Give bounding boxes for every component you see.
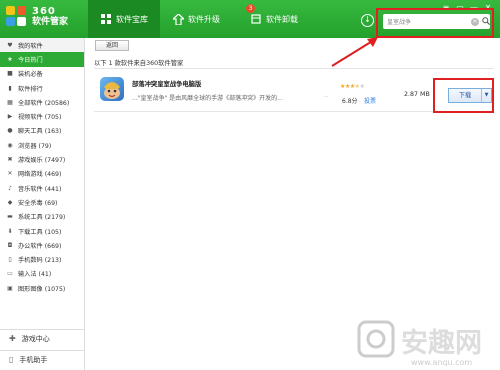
heart-icon: ♥ [7,41,13,49]
download-icon: ⬇ [7,227,13,235]
logo-title: 360 [32,6,56,17]
sidebar-item-label: 系统工具 (2179) [18,214,66,222]
download-highlight-box [433,78,494,113]
sidebar-item-browser[interactable]: ◉ 浏览器 (79) [0,138,84,152]
sidebar-item-graphics[interactable]: ▣ 图形图像 (1075) [0,281,84,295]
divider [94,68,494,69]
sidebar-item-label: 游戏娱乐 (7497) [18,157,66,165]
sidebar-item-label: 今日热门 [18,56,43,64]
gamepad-icon: ✚ [9,334,16,343]
sidebar-item-office[interactable]: ◘ 办公软件 (669) [0,238,84,252]
search-highlight-box [376,8,494,38]
mobile-assistant-button[interactable]: ▯ 手机助手 [0,350,85,368]
sidebar-item-mobile-digital[interactable]: ▯ 手机数码 (213) [0,252,84,266]
upgrade-icon [172,13,184,25]
sidebar-item-label: 手机数码 (213) [18,257,62,265]
more-icon[interactable]: ... [324,93,329,99]
grid-icon: ▦ [7,98,13,106]
sidebar-item-games[interactable]: ✖ 游戏娱乐 (7497) [0,152,84,166]
app-icon [100,77,124,101]
tab-label: 软件宝库 [116,14,148,24]
tab-label: 软件卸载 [266,14,298,24]
download-manager-icon[interactable]: ↓ [361,14,374,27]
category-sidebar: ♥ 我的软件 ★ 今日热门 ■ 装机必备 ▮ 软件排行 ▦ 全部软件 (20586) ▶ 视… [0,38,85,370]
sidebar-item-label: 聊天工具 (163) [18,128,62,136]
sidebar-item-online-games[interactable]: ✕ 网络游戏 (469) [0,167,84,181]
sidebar-item-label: 音乐软件 (441) [18,185,62,193]
tab-software-uninstall[interactable]: 软件卸载 [238,0,310,38]
file-size: 2.87 MB [404,91,430,98]
sidebar-item-label: 视频软件 (705) [18,114,62,122]
sword-icon: ✕ [7,170,13,178]
sidebar-item-download-tools[interactable]: ⬇ 下载工具 (105) [0,224,84,238]
result-summary: 以下 1 款软件来自360软件管家 [94,60,184,67]
office-icon: ◘ [7,241,13,249]
shield-icon: ◆ [7,198,13,206]
watermark-logo: 安趣网 www.anqu.com [357,320,482,367]
sidebar-item-label: 图形图像 (1075) [18,285,66,293]
sidebar-item-system-tools[interactable]: ▬ 系统工具 (2179) [0,210,84,224]
app-description: ..."皇室战争" 是由风靡全球的手游《部落冲突》开发的... [132,95,283,102]
sidebar-item-ranking[interactable]: ▮ 软件排行 [0,81,84,95]
music-icon: ♪ [8,184,12,192]
sidebar-item-video[interactable]: ▶ 视频软件 (705) [0,109,84,123]
sidebar-item-label: 浏览器 (79) [18,142,52,150]
tool-icon: ▬ [7,213,13,221]
sidebar-item-label: 网络游戏 (469) [18,171,62,179]
sidebar-item-input-method[interactable]: ▭ 输入法 (41) [0,267,84,281]
sidebar-item-label: 我的软件 [18,42,43,50]
image-icon: ▣ [7,284,13,292]
sidebar-item-all-software[interactable]: ▦ 全部软件 (20586) [0,95,84,109]
sidebar-item-my-software[interactable]: ♥ 我的软件 [0,38,84,53]
sidebar-item-music[interactable]: ♪ 音乐软件 (441) [0,181,84,195]
sidebar-item-label: 全部软件 (20586) [18,99,70,107]
video-icon: ▶ [7,113,13,121]
tab-label: 软件升级 [188,14,220,24]
keyboard-icon: ▭ [7,270,13,278]
tab-software-library[interactable]: 软件宝库 [88,0,160,38]
vote-link[interactable]: 投票 [364,96,376,105]
rating-stars: ★★★★★ [340,83,365,90]
library-icon [100,13,112,25]
back-button[interactable]: 返回 [95,40,129,51]
sidebar-item-label: 下载工具 (105) [18,228,62,236]
mobile-assistant-label: 手机助手 [19,355,48,364]
game-icon: ✖ [7,156,13,164]
sidebar-item-essentials[interactable]: ■ 装机必备 [0,67,84,81]
phone-icon: ▯ [8,256,12,264]
chat-icon: ● [7,127,13,135]
svg-text:www.anqu.com: www.anqu.com [411,358,472,367]
sidebar-item-label: 软件排行 [18,85,43,93]
sidebar-item-label: 办公软件 (669) [18,242,62,250]
game-center-label: 游戏中心 [21,334,50,343]
app-logo: 360 软件管家 [6,6,68,28]
sidebar-item-today-hot[interactable]: ★ 今日热门 [0,52,84,67]
logo-subtitle: 软件管家 [32,17,69,27]
sidebar-item-label: 装机必备 [18,71,43,79]
sidebar-item-label: 安全杀毒 (69) [18,199,58,207]
logo-icon [6,6,28,28]
svg-text:安趣网: 安趣网 [401,328,482,359]
tab-software-upgrade[interactable]: 软件升级 3 [160,0,255,38]
star-icon: ★ [7,55,13,63]
game-center-button[interactable]: ✚ 游戏中心 [0,329,85,347]
app-name[interactable]: 部落冲突皇室战争电脑版 [132,79,201,88]
ranking-icon: ▮ [8,84,12,92]
sidebar-item-chat[interactable]: ● 聊天工具 (163) [0,124,84,138]
box-icon: ■ [7,70,13,78]
annotation-arrow-icon [331,37,378,67]
browser-icon: ◉ [7,141,13,149]
mobile-icon: ▯ [9,355,14,364]
uninstall-icon [250,13,262,25]
sidebar-item-label: 输入法 (41) [18,271,52,279]
rating-score: 6.8分 [342,98,358,105]
sidebar-item-security[interactable]: ◆ 安全杀毒 (69) [0,195,84,209]
